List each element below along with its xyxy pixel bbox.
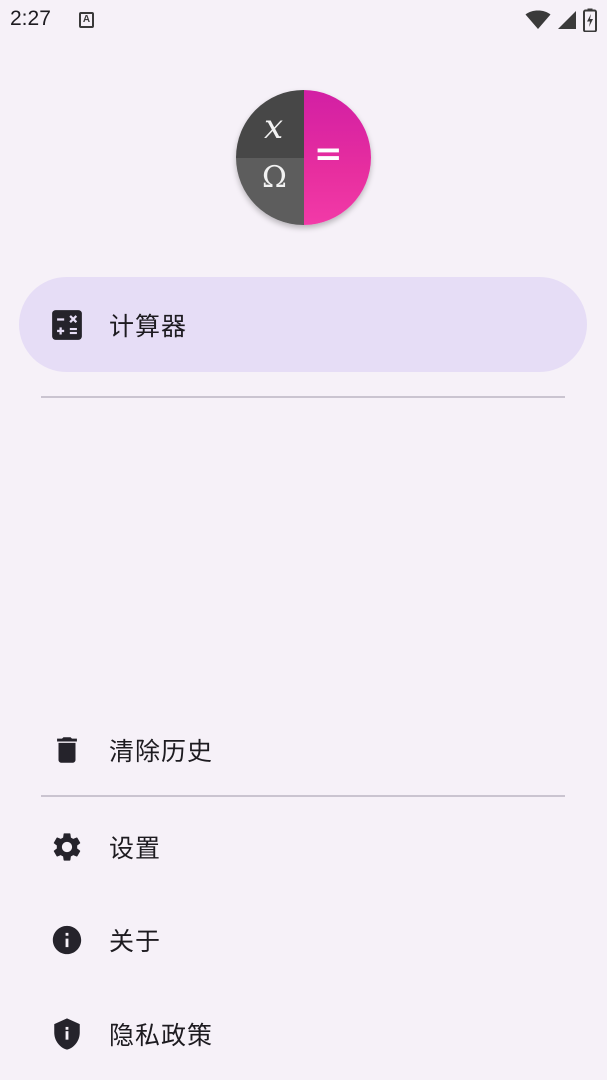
nav-item-label: 清除历史 xyxy=(109,736,214,766)
shield-icon xyxy=(50,1017,84,1051)
nav-item-privacy-policy[interactable]: 隐私政策 xyxy=(19,986,587,1080)
nav-item-calculator[interactable]: 计算器 xyxy=(19,277,587,372)
divider xyxy=(41,396,565,398)
nav-item-settings[interactable]: 设置 xyxy=(19,799,587,894)
gear-icon xyxy=(50,830,84,864)
nav-item-label: 设置 xyxy=(109,833,162,863)
nav-item-label: 隐私政策 xyxy=(109,1020,214,1050)
info-icon xyxy=(50,923,84,957)
wifi-icon xyxy=(525,10,551,29)
status-bar: 2:27 A xyxy=(0,0,607,42)
status-time: 2:27 xyxy=(10,7,51,30)
nav-item-label: 关于 xyxy=(109,926,162,956)
signal-icon xyxy=(558,11,576,29)
logo-omega-symbol: Ω xyxy=(262,160,287,195)
logo-x-symbol: x xyxy=(264,107,284,147)
calculator-icon xyxy=(50,308,84,342)
nav-item-label: 计算器 xyxy=(109,311,188,341)
trash-icon xyxy=(50,733,84,767)
divider xyxy=(41,795,565,797)
battery-charging-icon xyxy=(583,8,597,32)
nav-item-about[interactable]: 关于 xyxy=(19,892,587,987)
nav-item-clear-history[interactable]: 清除历史 xyxy=(19,702,587,797)
logo-equals-symbol: = xyxy=(314,134,343,174)
a-letter-icon: A xyxy=(79,12,94,28)
status-icons xyxy=(525,8,597,32)
app-logo: x Ω = xyxy=(236,90,371,225)
